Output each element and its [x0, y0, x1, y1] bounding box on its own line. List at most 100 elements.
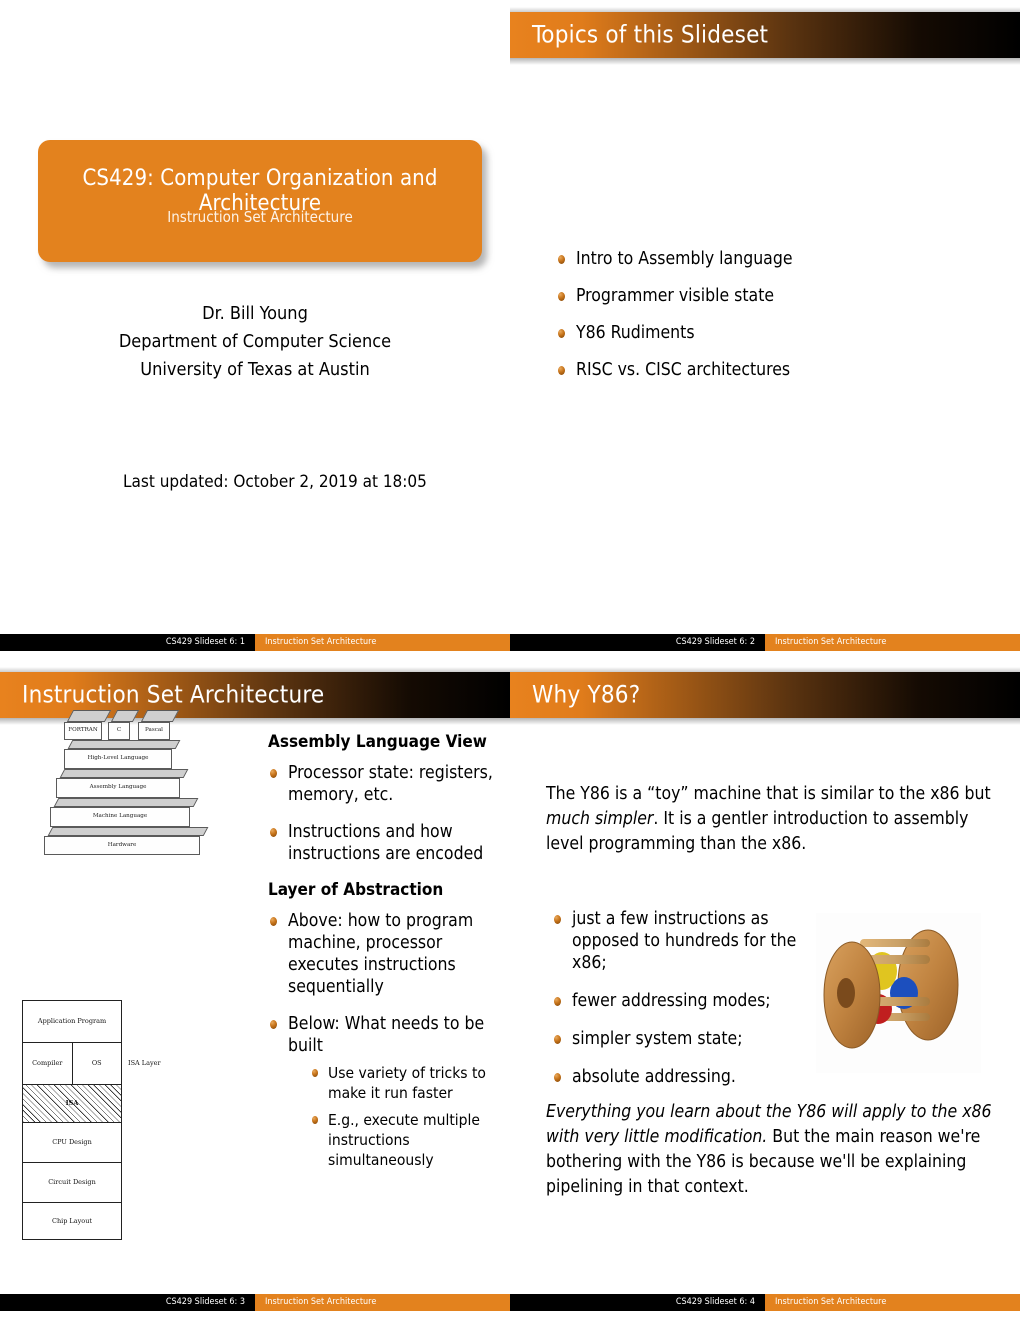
list-item-label: E.g., execute multiple instructions simu…	[328, 1111, 480, 1169]
stack-row-isa: ISA	[23, 1085, 121, 1123]
slide-3-footer: CS429 Slideset 6: 3 Instruction Set Arch…	[0, 1294, 510, 1311]
slide-deck: CS429: Computer Organization and Archite…	[0, 0, 1020, 1320]
list-item: Y86 Rudiments	[556, 322, 976, 344]
pyramid-layer: Assembly Language	[56, 778, 180, 798]
footer-page-number: CS429 Slideset 6: 4	[675, 1297, 755, 1307]
list-item: Use variety of tricks to make it run fas…	[310, 1063, 498, 1103]
footer-page-number: CS429 Slideset 6: 1	[165, 637, 245, 647]
isa-stack-diagram: Application Program Compiler OS ISA CPU …	[22, 1000, 122, 1240]
pyramid-lang-box: FORTRAN	[64, 722, 102, 740]
author-department: Department of Computer Science	[118, 331, 392, 352]
title-block: CS429: Computer Organization and Archite…	[38, 140, 482, 262]
stack-row: CPU Design	[23, 1123, 121, 1163]
layer-of-abstraction-heading: Layer of Abstraction	[268, 880, 444, 900]
author-name: Dr. Bill Young	[202, 303, 308, 324]
abstraction-pyramid-image: FORTRAN C Pascal High-Level Language Ass…	[44, 710, 217, 855]
author-university: University of Texas at Austin	[140, 359, 370, 380]
footer-page-number: CS429 Slideset 6: 3	[165, 1297, 245, 1307]
bullet-icon	[554, 997, 561, 1006]
pyramid-lang-box: Pascal	[138, 722, 170, 740]
slide-3-isa: Instruction Set Architecture FORTRAN C P…	[0, 660, 510, 1320]
bullet-icon	[558, 329, 565, 338]
list-item: Programmer visible state	[556, 285, 976, 307]
slide-4-why-y86: Why Y86? The Y86 is a “toy” machine that…	[510, 660, 1020, 1320]
footer-title: Instruction Set Architecture	[255, 1294, 510, 1311]
list-item: Intro to Assembly language	[556, 248, 976, 270]
topic-label: Intro to Assembly language	[576, 249, 793, 269]
stack-row: Application Program	[23, 1001, 121, 1043]
bullet-icon	[270, 917, 277, 926]
author-block: Dr. Bill Young Department of Computer Sc…	[0, 300, 510, 384]
topic-label: Y86 Rudiments	[576, 323, 695, 343]
list-item-label: Above: how to program machine, processor…	[288, 911, 474, 997]
list-item: fewer addressing modes;	[552, 990, 832, 1012]
bullet-icon	[554, 1035, 561, 1044]
slide-3-content-column: Assembly Language View Processor state: …	[268, 732, 498, 1185]
list-item: RISC vs. CISC architectures	[556, 359, 976, 381]
course-subtitle: Instruction Set Architecture	[167, 208, 353, 226]
list-item: E.g., execute multiple instructions simu…	[310, 1110, 498, 1170]
layer-of-abstraction-sublist: Use variety of tricks to make it run fas…	[310, 1063, 498, 1170]
bullet-icon	[270, 828, 277, 837]
last-updated-text: Last updated: October 2, 2019 at 18:05	[123, 472, 427, 492]
slide-4-header-bar: Why Y86?	[510, 672, 1020, 718]
assembly-language-view-list: Processor state: registers, memory, etc.…	[268, 762, 498, 865]
list-item-label: Processor state: registers, memory, etc.	[288, 763, 493, 805]
pyramid-lang-box: C	[108, 722, 130, 740]
topics-list: Intro to Assembly language Programmer vi…	[556, 248, 976, 396]
slide-2-topics: Topics of this Slideset Intro to Assembl…	[510, 0, 1020, 660]
slide-2-header-title: Topics of this Slideset	[532, 20, 769, 49]
stack-row: Chip Layout	[51, 1216, 93, 1225]
list-item-label: Instructions and how instructions are en…	[288, 822, 484, 864]
bullet-icon	[270, 769, 277, 778]
topic-label: Programmer visible state	[576, 286, 775, 306]
slide-1-title: CS429: Computer Organization and Archite…	[0, 0, 510, 660]
list-item-label: absolute addressing.	[572, 1067, 736, 1087]
paragraph-part: The Y86 is a “toy” machine that is simil…	[546, 784, 991, 804]
bullet-icon	[558, 366, 565, 375]
list-item: just a few instructions as opposed to hu…	[552, 908, 832, 974]
list-item-label: Below: What needs to be built	[288, 1014, 485, 1056]
pyramid-layer: High-Level Language	[64, 749, 172, 769]
pyramid-layer: Hardware	[44, 836, 200, 855]
bullet-icon	[554, 915, 561, 924]
slide-4-footer: CS429 Slideset 6: 4 Instruction Set Arch…	[510, 1294, 1020, 1311]
footer-title: Instruction Set Architecture	[765, 1294, 1020, 1311]
slide-2-header-bar: Topics of this Slideset	[510, 12, 1020, 58]
list-item: Above: how to program machine, processor…	[268, 910, 498, 998]
slide-2-footer: CS429 Slideset 6: 2 Instruction Set Arch…	[510, 634, 1020, 651]
layer-of-abstraction-list: Above: how to program machine, processor…	[268, 910, 498, 1170]
list-item: absolute addressing.	[552, 1066, 832, 1088]
list-item: Instructions and how instructions are en…	[268, 821, 498, 865]
list-item: simpler system state;	[552, 1028, 832, 1050]
wooden-rattle-toy-image	[816, 913, 981, 1073]
bullet-icon	[554, 1073, 561, 1082]
list-item-label: fewer addressing modes;	[572, 991, 771, 1011]
footer-title: Instruction Set Architecture	[255, 634, 510, 651]
bullet-icon	[270, 1020, 277, 1029]
footer-page-number: CS429 Slideset 6: 2	[675, 637, 755, 647]
header-drop-shadow	[510, 718, 1020, 725]
bullet-icon	[312, 1069, 318, 1077]
y86-features-list: just a few instructions as opposed to hu…	[552, 908, 832, 1104]
isa-layer-annotation: ISA Layer	[128, 1059, 161, 1067]
slide-1-footer: CS429 Slideset 6: 1 Instruction Set Arch…	[0, 634, 510, 651]
header-drop-shadow	[510, 58, 1020, 65]
pyramid-layer: Machine Language	[50, 807, 190, 827]
list-item-label: just a few instructions as opposed to hu…	[572, 909, 797, 973]
bullet-icon	[312, 1116, 318, 1124]
stack-row: Circuit Design	[23, 1163, 121, 1203]
topic-label: RISC vs. CISC architectures	[576, 360, 791, 380]
list-item: Processor state: registers, memory, etc.	[268, 762, 498, 806]
paragraph-emphasis: much simpler	[546, 809, 654, 829]
list-item-label: Use variety of tricks to make it run fas…	[328, 1064, 486, 1102]
stack-row: Compiler OS	[23, 1043, 121, 1085]
y86-intro-paragraph: The Y86 is a “toy” machine that is simil…	[546, 782, 996, 857]
slide-3-header-title: Instruction Set Architecture	[22, 680, 325, 709]
list-item: Below: What needs to be built Use variet…	[268, 1013, 498, 1170]
list-item-label: simpler system state;	[572, 1029, 743, 1049]
footer-title: Instruction Set Architecture	[765, 634, 1020, 651]
stack-cell-compiler: Compiler	[23, 1043, 73, 1084]
y86-closing-paragraph: Everything you learn about the Y86 will …	[546, 1100, 996, 1200]
assembly-language-view-heading: Assembly Language View	[268, 732, 487, 752]
